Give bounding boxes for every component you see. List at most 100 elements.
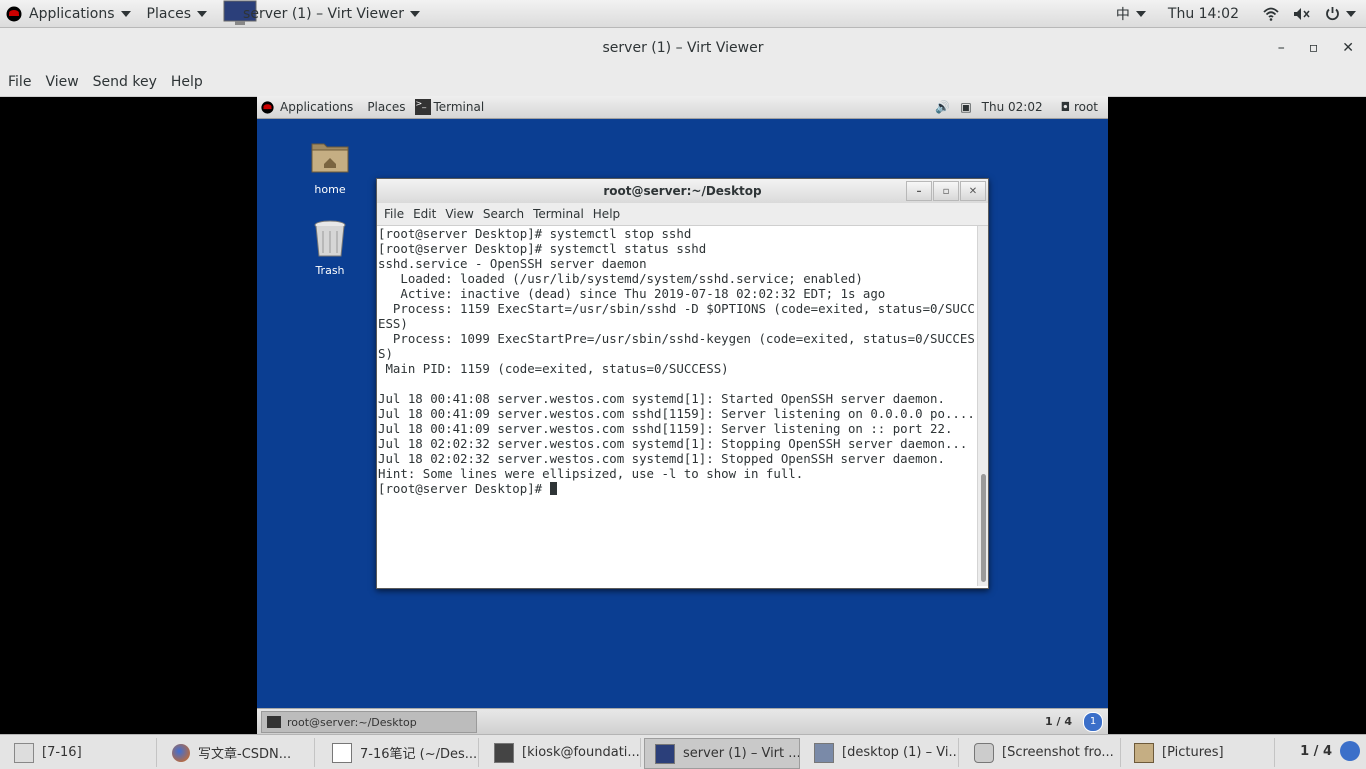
- taskbar-item-label: [Screenshot fro...: [1002, 745, 1114, 760]
- trash-icon: [314, 220, 346, 257]
- host-top-panel: Applications Places server (1) – Virt Vi…: [0, 0, 1366, 28]
- host-applications-label: Applications: [29, 5, 115, 22]
- taskbar-item[interactable]: [Pictures]: [1124, 738, 1275, 767]
- host-applications-menu[interactable]: Applications: [6, 6, 131, 22]
- taskbar-item[interactable]: [7-16]: [4, 738, 157, 767]
- guest-taskbar-terminal[interactable]: root@server:~/Desktop: [261, 711, 477, 733]
- host-workspace-indicator[interactable]: 1 / 4: [1300, 744, 1332, 759]
- maximize-button[interactable]: ▫: [1309, 40, 1319, 56]
- viewer-menu-view[interactable]: View: [45, 74, 78, 90]
- minimize-button[interactable]: –: [1278, 40, 1285, 56]
- terminal-line: ESS): [378, 316, 408, 331]
- notification-badge[interactable]: 1: [1083, 712, 1103, 732]
- taskbar-item-label: [desktop (1) – Vi...: [842, 745, 959, 760]
- user-icon: ◘: [1060, 100, 1071, 114]
- user-menu[interactable]: ◘ root: [1061, 100, 1098, 114]
- terminal-scrollbar[interactable]: [977, 226, 988, 586]
- taskbar-item-label: 7-16笔记 (~/Des...: [360, 747, 478, 762]
- taskbar-item-active[interactable]: server (1) – Virt ...: [644, 738, 800, 769]
- terminal-maximize-button[interactable]: ▫: [933, 181, 959, 201]
- terminal-minimize-button[interactable]: –: [906, 181, 932, 201]
- terminal-line: Jul 18 00:41:09 server.westos.com sshd[1…: [378, 406, 975, 421]
- guest-clock[interactable]: Thu 02:02: [982, 100, 1043, 114]
- guest-task-label: Terminal: [433, 100, 485, 114]
- guest-workspace-indicator[interactable]: 1 / 4: [1045, 715, 1072, 728]
- taskbar-item[interactable]: [kiosk@foundati...: [484, 738, 641, 767]
- wifi-icon[interactable]: [1263, 7, 1279, 21]
- close-button[interactable]: ✕: [1342, 40, 1354, 56]
- screenshot-icon: [974, 742, 994, 763]
- folder-home-icon: [311, 143, 349, 173]
- monitor-icon: [814, 742, 834, 763]
- terminal-icon: >_: [415, 99, 432, 115]
- host-clock[interactable]: Thu 14:02: [1168, 6, 1239, 22]
- host-window-menu[interactable]: server (1) – Virt Viewer: [223, 0, 420, 26]
- taskbar-item[interactable]: [desktop (1) – Vi...: [804, 738, 959, 767]
- terminal-icon: [267, 716, 281, 728]
- taskbar-item-label: server (1) – Virt ...: [683, 746, 800, 761]
- terminal-line: Jul 18 02:02:32 server.westos.com system…: [378, 451, 945, 466]
- terminal-line: Active: inactive (dead) since Thu 2019-0…: [378, 286, 886, 301]
- terminal-output[interactable]: [root@server Desktop]# systemctl stop ss…: [378, 226, 976, 496]
- terminal-titlebar[interactable]: root@server:~/Desktop – ▫ ✕: [377, 179, 988, 203]
- host-places-label: Places: [146, 5, 192, 22]
- taskbar-item[interactable]: 写文章-CSDN...: [162, 738, 315, 767]
- terminal-line: [root@server Desktop]# systemctl stop ss…: [378, 226, 692, 241]
- monitor-icon: [655, 743, 675, 764]
- desktop-icon-trash[interactable]: Trash: [290, 219, 370, 277]
- viewer-menubar: File View Send key Help: [0, 68, 1366, 97]
- viewer-titlebar: server (1) – Virt Viewer – ▫ ✕: [0, 28, 1366, 68]
- terminal-line: sshd.service - OpenSSH server daemon: [378, 256, 647, 271]
- taskbar-item-label: [Pictures]: [1162, 745, 1224, 760]
- taskbar-item[interactable]: [Screenshot fro...: [964, 738, 1121, 767]
- guest-places-menu[interactable]: Places: [367, 100, 405, 114]
- host-places-menu[interactable]: Places: [147, 6, 208, 22]
- terminal-menu-file[interactable]: File: [384, 207, 404, 221]
- chevron-down-icon: [197, 10, 208, 17]
- notification-icon[interactable]: [1340, 741, 1360, 761]
- redhat-icon: [261, 100, 274, 114]
- terminal-menu-terminal[interactable]: Terminal: [533, 207, 584, 221]
- terminal-window[interactable]: root@server:~/Desktop – ▫ ✕ File Edit Vi…: [376, 178, 989, 589]
- chevron-down-icon: [1346, 10, 1356, 17]
- desktop-icon-home[interactable]: home: [290, 138, 370, 196]
- scrollbar-thumb[interactable]: [981, 474, 986, 582]
- terminal-menu-help[interactable]: Help: [593, 207, 620, 221]
- host-window-title: server (1) – Virt Viewer: [243, 5, 404, 22]
- document-icon: [14, 742, 34, 763]
- volume-icon[interactable]: 🔊: [935, 100, 950, 114]
- volume-muted-icon[interactable]: [1293, 7, 1311, 21]
- terminal-line: Jul 18 02:02:32 server.westos.com system…: [378, 436, 968, 451]
- taskbar-item[interactable]: 7-16笔记 (~/Des...: [322, 738, 479, 767]
- chevron-down-icon: [120, 10, 131, 17]
- power-menu[interactable]: [1325, 6, 1356, 21]
- guest-bottom-panel: root@server:~/Desktop 1 / 4 1: [257, 708, 1108, 734]
- redhat-icon: [6, 6, 22, 21]
- viewer-menu-send-key[interactable]: Send key: [93, 74, 157, 90]
- guest-tray: 🔊 ▣ Thu 02:02 ◘ root: [935, 96, 1098, 118]
- input-method-menu[interactable]: 中: [1116, 4, 1146, 24]
- viewer-menu-help[interactable]: Help: [171, 74, 203, 90]
- viewer-menu-file[interactable]: File: [8, 74, 31, 90]
- guest-display[interactable]: Applications Places >_ Terminal 🔊 ▣ Thu …: [257, 96, 1108, 734]
- chevron-down-icon: [410, 10, 420, 17]
- guest-task-terminal[interactable]: >_ Terminal: [415, 99, 484, 115]
- desktop-icon-label: home: [314, 183, 346, 196]
- terminal-menu-view[interactable]: View: [445, 207, 473, 221]
- desktop-icon-label: Trash: [315, 264, 345, 277]
- host-system-tray: 中 Thu 14:02: [1116, 0, 1356, 27]
- host-taskbar: [7-16] 写文章-CSDN... 7-16笔记 (~/Des... [kio…: [0, 734, 1366, 769]
- terminal-close-button[interactable]: ✕: [960, 181, 986, 201]
- input-method-label: 中: [1115, 6, 1130, 23]
- terminal-body[interactable]: [root@server Desktop]# systemctl stop ss…: [377, 226, 988, 586]
- terminal-line: [root@server Desktop]# systemctl status …: [378, 241, 707, 256]
- guest-applications-menu[interactable]: Applications: [280, 100, 353, 114]
- power-icon: [1326, 7, 1339, 21]
- folder-icon: [1134, 742, 1154, 763]
- network-icon[interactable]: ▣: [960, 100, 971, 114]
- terminal-line: Main PID: 1159 (code=exited, status=0/SU…: [378, 361, 729, 376]
- taskbar-item-label: 写文章-CSDN...: [198, 747, 292, 762]
- terminal-menu-edit[interactable]: Edit: [413, 207, 436, 221]
- terminal-title: root@server:~/Desktop: [603, 184, 762, 198]
- terminal-menu-search[interactable]: Search: [483, 207, 524, 221]
